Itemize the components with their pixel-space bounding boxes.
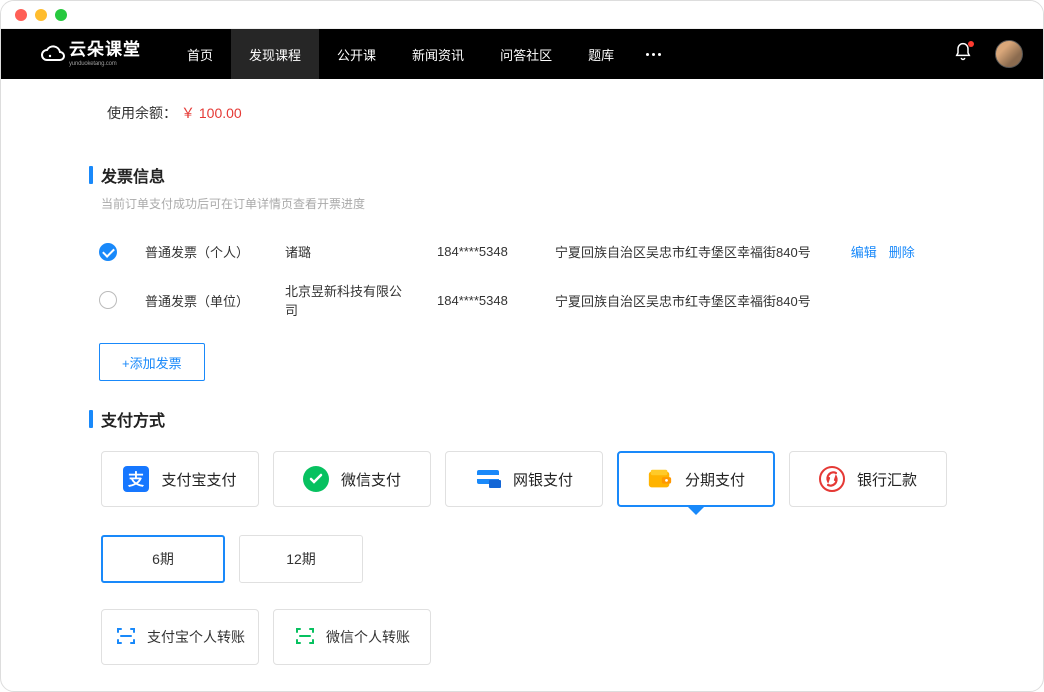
nav-more[interactable] [632, 29, 675, 79]
section-title: 支付方式 [101, 407, 165, 431]
transfer-label: 微信个人转账 [326, 627, 410, 647]
pay-method-wallet[interactable]: 分期支付 [617, 451, 775, 507]
alipay-icon: 支 [123, 466, 149, 492]
nav-item[interactable]: 问答社区 [482, 29, 570, 79]
invoice-address: 宁夏回族自治区吴忠市红寺堡区幸福街840号 [555, 291, 811, 310]
section-bar [89, 410, 93, 428]
pay-method-wechat[interactable]: 微信支付 [273, 451, 431, 507]
invoice-address: 宁夏回族自治区吴忠市红寺堡区幸福街840号 [555, 242, 811, 261]
logo-subtext: yunduoketang.com [69, 61, 141, 67]
invoice-row: 普通发票（个人） 诸璐 184****5348 宁夏回族自治区吴忠市红寺堡区幸福街84… [99, 232, 955, 271]
invoice-actions: 编辑删除 [839, 242, 915, 261]
section-subtitle: 当前订单支付成功后可在订单详情页查看开票进度 [101, 195, 955, 212]
nav-item[interactable]: 公开课 [319, 29, 394, 79]
mac-titlebar [1, 1, 1043, 29]
content: 使用余额： ￥ 100.00 发票信息 当前订单支付成功后可在订单详情页查看开票… [1, 79, 1043, 691]
balance-row: 使用余额： ￥ 100.00 [107, 103, 955, 123]
invoice-phone: 184****5348 [437, 244, 527, 259]
transfer-label: 支付宝个人转账 [147, 627, 245, 647]
edit-link[interactable]: 编辑 [851, 245, 877, 260]
remit-icon [819, 466, 845, 492]
cloud-logo-icon [41, 42, 65, 66]
close-dot[interactable] [15, 9, 27, 21]
pay-method-bank[interactable]: 网银支付 [445, 451, 603, 507]
nav-item[interactable]: 新闻资讯 [394, 29, 482, 79]
topbar: 云朵课堂 yunduoketang.com 首页发现课程公开课新闻资讯问答社区题… [1, 29, 1043, 79]
delete-link[interactable]: 删除 [889, 245, 915, 260]
max-dot[interactable] [55, 9, 67, 21]
invoice-row: 普通发票（单位） 北京昱新科技有限公司 184****5348 宁夏回族自治区吴忠市红… [99, 271, 955, 329]
invoice-name: 诸璐 [285, 242, 409, 261]
wallet-icon [647, 466, 673, 492]
pay-method-label: 网银支付 [513, 469, 573, 490]
pay-method-label: 微信支付 [341, 469, 401, 490]
logo[interactable]: 云朵课堂 yunduoketang.com [41, 41, 141, 67]
pay-method-remit[interactable]: 银行汇款 [789, 451, 947, 507]
invoice-type: 普通发票（单位） [145, 291, 257, 310]
balance-label: 使用余额： [107, 103, 177, 123]
avatar[interactable] [995, 40, 1023, 68]
invoice-section: 发票信息 当前订单支付成功后可在订单详情页查看开票进度 普通发票（个人） 诸璐 18… [89, 163, 955, 381]
section-title: 发票信息 [101, 163, 165, 187]
section-bar [89, 166, 93, 184]
installment-option[interactable]: 6期 [101, 535, 225, 583]
logo-text: 云朵课堂 [69, 40, 141, 59]
wechat-icon [303, 466, 329, 492]
payment-section: 支付方式 支支付宝支付 微信支付 网银支付 分期支付 银行汇款 6期 12期 支付宝个人转… [89, 407, 955, 665]
transfer-option[interactable]: 微信个人转账 [273, 609, 431, 665]
bank-icon [475, 466, 501, 492]
nav-item[interactable]: 题库 [570, 29, 632, 79]
radio[interactable] [99, 243, 117, 261]
installment-option[interactable]: 12期 [239, 535, 363, 583]
nav-item[interactable]: 发现课程 [231, 29, 319, 79]
add-invoice-button[interactable]: +添加发票 [99, 343, 205, 381]
pay-method-label: 分期支付 [685, 469, 745, 490]
svg-text:支: 支 [127, 470, 145, 489]
pay-method-alipay[interactable]: 支支付宝支付 [101, 451, 259, 507]
invoice-type: 普通发票（个人） [145, 242, 257, 261]
invoice-phone: 184****5348 [437, 293, 527, 308]
transfer-option[interactable]: 支付宝个人转账 [101, 609, 259, 665]
pay-method-label: 支付宝支付 [161, 469, 236, 490]
nav-item[interactable]: 首页 [169, 29, 231, 79]
balance-amount: ￥ 100.00 [181, 103, 242, 123]
nav: 首页发现课程公开课新闻资讯问答社区题库 [169, 29, 632, 79]
scan-bracket-icon [294, 625, 316, 650]
notification-bell-icon[interactable] [953, 42, 973, 67]
radio[interactable] [99, 291, 117, 309]
pay-method-label: 银行汇款 [857, 469, 917, 490]
scan-bracket-icon [115, 625, 137, 650]
invoice-name: 北京昱新科技有限公司 [285, 281, 409, 319]
min-dot[interactable] [35, 9, 47, 21]
